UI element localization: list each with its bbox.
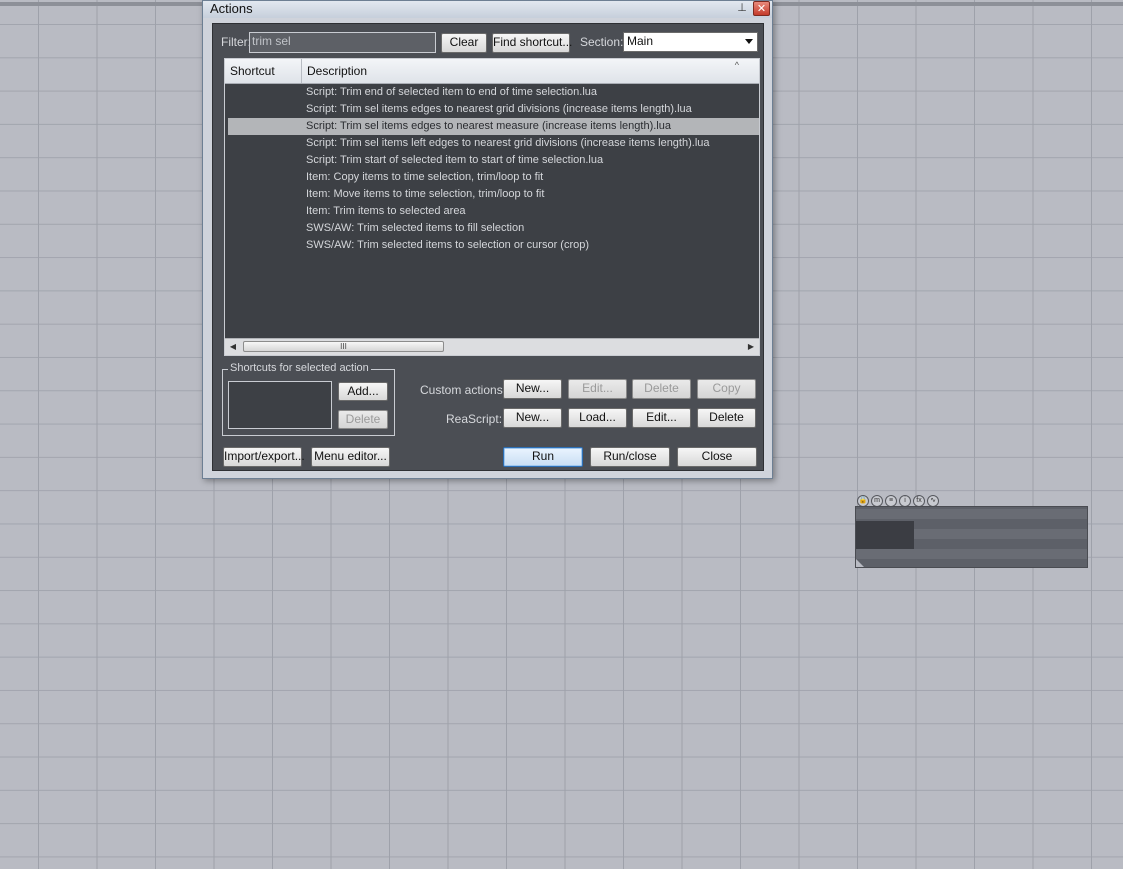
action-description: Script: Trim end of selected item to end…: [306, 86, 598, 98]
media-item[interactable]: [855, 506, 1088, 568]
list-rows: Script: Trim end of selected item to end…: [225, 84, 759, 254]
actions-list[interactable]: Shortcut Description ^ Script: Trim end …: [224, 58, 760, 356]
list-item[interactable]: Item: Move items to time selection, trim…: [225, 186, 759, 203]
import-export-button[interactable]: Import/export...: [223, 447, 305, 467]
filter-input[interactable]: trim sel: [249, 32, 436, 53]
list-item[interactable]: SWS/AW: Trim selected items to selection…: [225, 237, 759, 254]
action-description: SWS/AW: Trim selected items to selection…: [306, 239, 590, 251]
custom-new-button[interactable]: New...: [503, 379, 562, 399]
reascript-label: ReaScript:: [446, 412, 503, 426]
action-description: Script: Trim sel items edges to nearest …: [306, 120, 671, 132]
horizontal-scrollbar[interactable]: ◀ III ▶: [225, 338, 759, 355]
close-button[interactable]: Close: [677, 447, 757, 467]
item-band: [856, 509, 1087, 519]
list-item[interactable]: Script: Trim sel items edges to nearest …: [225, 101, 759, 118]
list-item[interactable]: Item: Copy items to time selection, trim…: [225, 169, 759, 186]
menu-editor-button[interactable]: Menu editor...: [311, 447, 390, 467]
list-item[interactable]: Script: Trim start of selected item to s…: [225, 152, 759, 169]
clear-button[interactable]: Clear: [441, 33, 487, 53]
shortcuts-group-title: Shortcuts for selected action: [228, 362, 371, 374]
custom-actions-label: Custom actions:: [420, 383, 507, 397]
reascript-load-button[interactable]: Load...: [568, 408, 627, 428]
scroll-left-icon[interactable]: ◀: [225, 339, 241, 355]
list-header: Shortcut Description ^: [225, 59, 759, 84]
close-icon[interactable]: ✕: [753, 1, 770, 16]
action-description: Item: Copy items to time selection, trim…: [306, 171, 544, 183]
list-item[interactable]: Script: Trim sel items left edges to nea…: [225, 135, 759, 152]
reascript-new-button[interactable]: New...: [503, 408, 562, 428]
section-value: Main: [627, 34, 654, 48]
list-item-selected[interactable]: Script: Trim sel items edges to nearest …: [228, 118, 759, 135]
item-selected-region: [856, 521, 914, 549]
fade-handle-icon[interactable]: [856, 559, 864, 567]
dialog-body: Filter: trim sel Clear Find shortcut... …: [212, 23, 764, 471]
action-description: Script: Trim sel items edges to nearest …: [306, 103, 692, 115]
list-item[interactable]: Script: Trim end of selected item to end…: [225, 84, 759, 101]
run-button[interactable]: Run: [503, 447, 583, 467]
column-header-shortcut[interactable]: Shortcut: [225, 59, 302, 83]
action-description: SWS/AW: Trim selected items to fill sele…: [306, 222, 525, 234]
action-description: Item: Trim items to selected area: [306, 205, 466, 217]
list-item[interactable]: Item: Trim items to selected area: [225, 203, 759, 220]
list-item[interactable]: SWS/AW: Trim selected items to fill sele…: [225, 220, 759, 237]
section-label: Section:: [580, 35, 624, 49]
run-close-button[interactable]: Run/close: [590, 447, 670, 467]
shortcut-list[interactable]: [228, 381, 332, 429]
shortcuts-groupbox: Shortcuts for selected action Add... Del…: [222, 362, 395, 436]
item-band: [856, 549, 1087, 559]
chevron-down-icon: [745, 39, 753, 44]
custom-edit-button[interactable]: Edit...: [568, 379, 627, 399]
section-select[interactable]: Main: [623, 32, 758, 52]
filter-label: Filter:: [221, 35, 251, 49]
pin-icon[interactable]: ⊥: [735, 2, 749, 15]
reascript-edit-button[interactable]: Edit...: [632, 408, 691, 428]
actions-dialog: Actions ⊥ ✕ Filter: trim sel Clear Find …: [202, 0, 773, 479]
action-description: Script: Trim sel items left edges to nea…: [306, 137, 710, 149]
custom-copy-button[interactable]: Copy: [697, 379, 756, 399]
reascript-delete-button[interactable]: Delete: [697, 408, 756, 428]
find-shortcut-button[interactable]: Find shortcut...: [492, 33, 572, 53]
add-shortcut-button[interactable]: Add...: [338, 382, 388, 401]
action-description: Script: Trim start of selected item to s…: [306, 154, 604, 166]
sort-ascending-icon: ^: [734, 60, 739, 70]
scroll-thumb[interactable]: III: [243, 341, 444, 352]
title-bar[interactable]: Actions ⊥ ✕: [203, 1, 772, 18]
delete-shortcut-button[interactable]: Delete: [338, 410, 388, 429]
column-header-description[interactable]: Description: [302, 59, 759, 83]
scroll-right-icon[interactable]: ▶: [743, 339, 759, 355]
action-description: Item: Move items to time selection, trim…: [306, 188, 545, 200]
dialog-title: Actions: [210, 1, 253, 16]
custom-delete-button[interactable]: Delete: [632, 379, 691, 399]
